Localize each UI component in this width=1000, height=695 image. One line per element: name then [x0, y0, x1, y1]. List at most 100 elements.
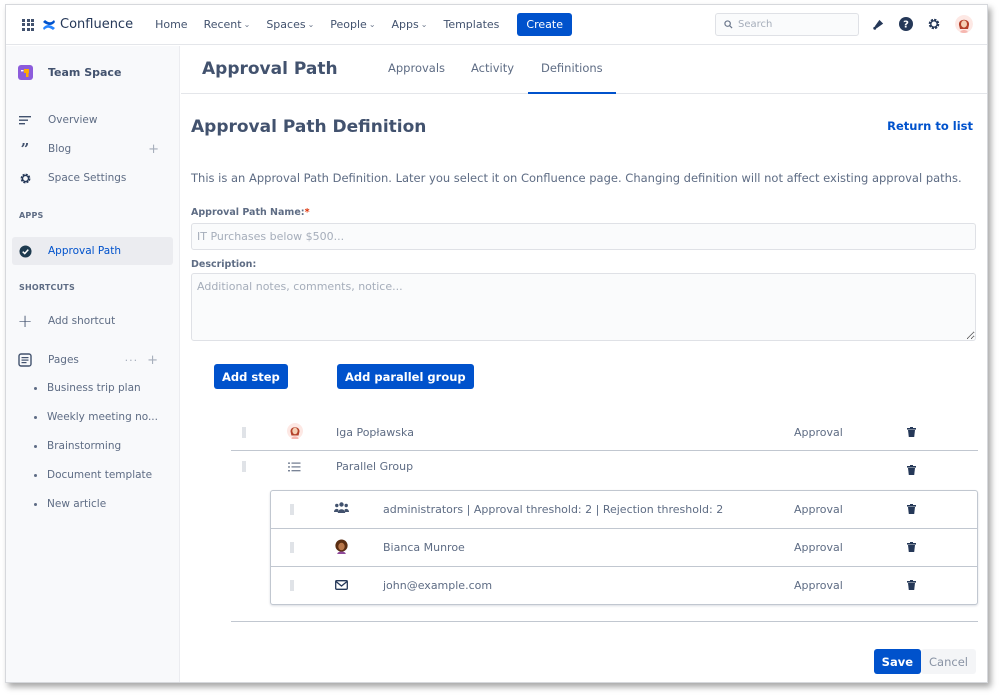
drag-handle[interactable]: [242, 427, 246, 438]
more-icon[interactable]: ···: [125, 354, 139, 367]
step-type: Approval: [794, 425, 843, 439]
top-navigation: Confluence Home Recent ⌄ Spaces ⌄ People ⌄ …: [6, 5, 987, 45]
browser-window: Confluence Home Recent ⌄ Spaces ⌄ People ⌄ …: [5, 4, 988, 683]
nav-recent[interactable]: Recent ⌄: [204, 18, 251, 31]
user-avatar: [334, 539, 349, 558]
add-parallel-group-button[interactable]: Add parallel group: [337, 364, 474, 389]
search-input[interactable]: Search: [715, 13, 859, 36]
sidebar-item-label: Pages: [48, 354, 79, 366]
delete-icon[interactable]: [907, 580, 916, 590]
tab-definitions[interactable]: Definitions: [541, 61, 603, 75]
name-label: Approval Path Name:*: [191, 207, 310, 218]
member-name: john@example.com: [383, 578, 493, 592]
space-logo-icon: [18, 65, 33, 80]
apps-heading: APPS: [19, 211, 44, 220]
row-divider: [271, 528, 977, 529]
check-circle-icon: [18, 244, 32, 258]
page-item-label: Brainstorming: [47, 440, 122, 452]
pages-icon: [18, 353, 32, 367]
page-item[interactable]: Document template: [34, 469, 152, 481]
save-button[interactable]: Save: [873, 649, 921, 674]
sidebar-item-label: Overview: [48, 114, 98, 126]
delete-icon[interactable]: [907, 427, 916, 437]
step-name: Iga Popławska: [336, 425, 414, 439]
sidebar: Team Space Overview ” Blog + Space Setti…: [6, 46, 180, 682]
notifications-icon[interactable]: [872, 18, 885, 31]
app-title: Approval Path: [202, 59, 338, 79]
delete-icon[interactable]: [907, 504, 916, 514]
app-name: Confluence: [60, 17, 134, 32]
delete-icon[interactable]: [907, 465, 916, 475]
sidebar-item-label: Space Settings: [48, 172, 127, 184]
space-name: Team Space: [48, 66, 122, 79]
plus-icon: +: [17, 310, 33, 332]
tab-activity[interactable]: Activity: [471, 61, 514, 75]
shortcuts-heading: SHORTCUTS: [19, 283, 75, 292]
page-item[interactable]: New article: [34, 498, 106, 510]
page-item[interactable]: Brainstorming: [34, 440, 121, 452]
description-label: Description:: [191, 259, 257, 270]
add-blog-icon[interactable]: +: [148, 142, 159, 157]
delete-icon[interactable]: [907, 542, 916, 552]
add-page-icon[interactable]: +: [147, 353, 159, 368]
approval-path-name-input[interactable]: [191, 223, 976, 250]
add-shortcut-label: Add shortcut: [48, 315, 116, 327]
nav-templates-label: Templates: [443, 18, 500, 31]
tab-approvals[interactable]: Approvals: [388, 61, 445, 75]
chevron-down-icon: ⌄: [368, 20, 376, 29]
overview-icon: [18, 115, 32, 125]
member-name: administrators | Approval threshold: 2 |…: [383, 502, 724, 516]
add-step-button[interactable]: Add step: [214, 364, 288, 389]
list-icon: [288, 462, 301, 472]
sidebar-item-pages[interactable]: Pages ··· +: [18, 347, 167, 373]
drag-handle[interactable]: [242, 461, 246, 472]
group-icon: [334, 502, 349, 513]
nav-templates[interactable]: Templates: [443, 18, 499, 31]
sidebar-item-approval-path[interactable]: Approval Path: [12, 237, 173, 265]
main-content: Approval Path Definition Return to list …: [181, 95, 987, 682]
member-type: Approval: [794, 578, 843, 592]
sidebar-item-space-settings[interactable]: Space Settings: [18, 165, 167, 191]
intro-text: This is an Approval Path Definition. Lat…: [191, 171, 962, 185]
nav-spaces[interactable]: Spaces ⌄: [266, 18, 314, 31]
drag-handle[interactable]: [290, 504, 294, 515]
chevron-down-icon: ⌄: [307, 20, 315, 29]
step-name: Parallel Group: [336, 459, 414, 473]
space-header[interactable]: Team Space: [18, 65, 121, 80]
user-avatar[interactable]: [955, 15, 973, 33]
settings-icon[interactable]: [927, 17, 941, 31]
create-button[interactable]: Create: [517, 13, 572, 36]
add-shortcut[interactable]: + Add shortcut: [17, 308, 167, 334]
app-switcher-icon[interactable]: [22, 18, 34, 31]
pages-actions: ··· +: [125, 353, 159, 368]
name-label-text: Approval Path Name:: [191, 207, 305, 218]
search-placeholder: Search: [738, 19, 773, 30]
bullet-icon: [34, 386, 37, 390]
page-item-label: Business trip plan: [47, 382, 141, 394]
description-textarea[interactable]: [191, 273, 976, 341]
active-tab-indicator: [528, 92, 616, 94]
nav-home-label: Home: [155, 18, 188, 31]
drag-handle[interactable]: [290, 580, 294, 591]
page-item[interactable]: Business trip plan: [34, 382, 141, 394]
sidebar-item-overview[interactable]: Overview: [18, 107, 167, 133]
nav-spaces-label: Spaces: [266, 18, 306, 31]
nav-apps[interactable]: Apps ⌄: [392, 18, 428, 31]
return-to-list-link[interactable]: Return to list: [887, 119, 973, 133]
member-type: Approval: [794, 540, 843, 554]
page-item-label: Weekly meeting no...: [47, 411, 158, 423]
chevron-down-icon: ⌄: [420, 20, 428, 29]
confluence-logo[interactable]: Confluence: [42, 17, 133, 32]
nav-home[interactable]: Home: [155, 18, 187, 31]
nav-recent-label: Recent: [203, 18, 242, 31]
page-item[interactable]: Weekly meeting no...: [34, 411, 158, 423]
chevron-down-icon: ⌄: [243, 20, 251, 29]
cancel-button[interactable]: Cancel: [921, 649, 976, 674]
bullet-icon: [34, 444, 37, 448]
sidebar-item-label: Blog: [48, 143, 72, 155]
drag-handle[interactable]: [290, 542, 294, 553]
nav-people[interactable]: People ⌄: [330, 18, 375, 31]
gear-icon: [18, 172, 32, 185]
help-icon[interactable]: ?: [899, 17, 913, 31]
sidebar-item-blog[interactable]: ” Blog +: [18, 136, 167, 162]
